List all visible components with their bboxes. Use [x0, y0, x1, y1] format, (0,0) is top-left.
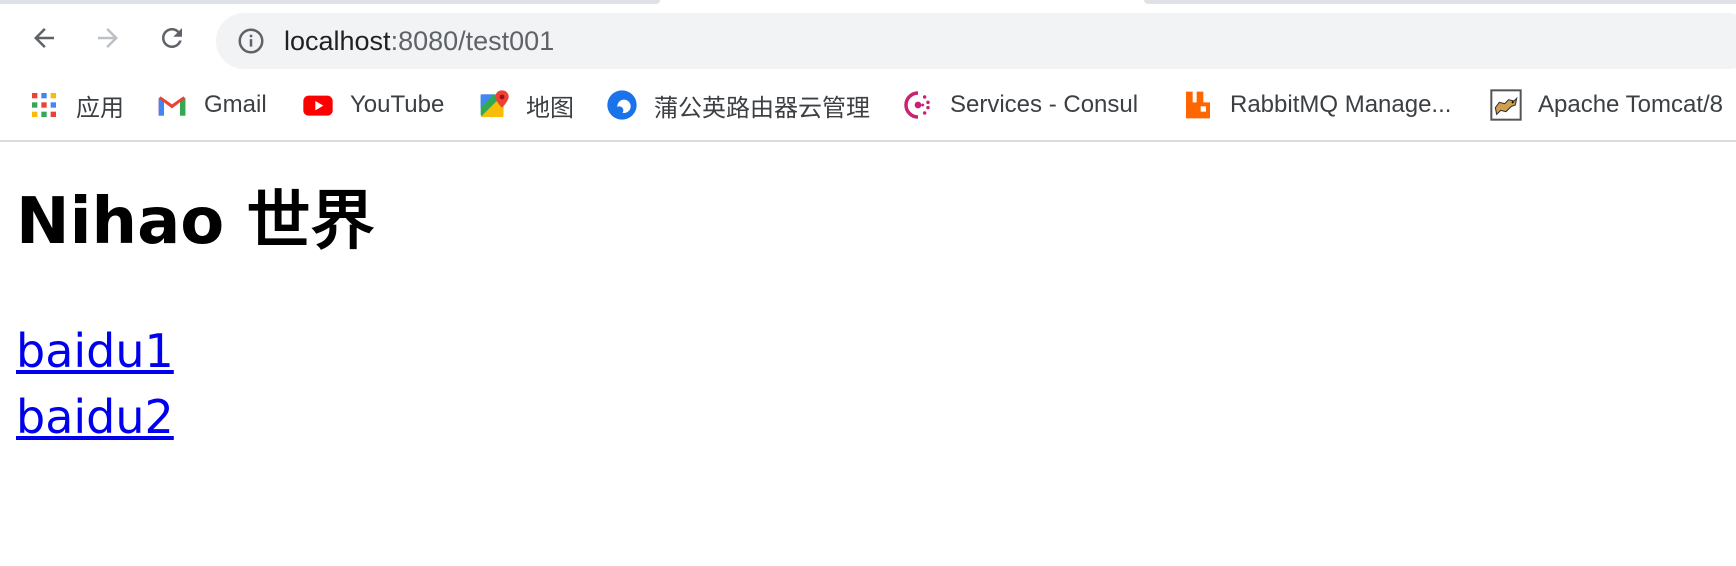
- bookmark-consul[interactable]: Services - Consul: [902, 85, 1138, 125]
- maps-icon: [478, 89, 510, 121]
- url-host: localhost: [284, 26, 391, 56]
- bookmark-label: Apache Tomcat/8: [1538, 91, 1724, 118]
- tomcat-icon: [1490, 89, 1522, 121]
- link-baidu2[interactable]: baidu2: [16, 384, 174, 450]
- bookmark-label: RabbitMQ Manage...: [1230, 91, 1452, 118]
- bookmark-label: 地图: [526, 94, 574, 122]
- bookmark-label: 蒲公英路由器云管理: [654, 94, 870, 122]
- url-text[interactable]: localhost:8080/test001: [284, 13, 554, 69]
- bookmark-tomcat[interactable]: Apache Tomcat/8: [1490, 85, 1723, 125]
- bookmark-label: Gmail: [204, 91, 267, 118]
- forward-button[interactable]: [88, 18, 128, 58]
- bookmark-gmail[interactable]: Gmail: [156, 85, 267, 125]
- reload-button[interactable]: [152, 18, 192, 58]
- gmail-icon: [156, 89, 188, 121]
- bookmark-pgy[interactable]: 蒲公英路由器云管理: [606, 85, 870, 125]
- info-icon[interactable]: [236, 26, 266, 56]
- page-title: Nihao 世界: [16, 185, 375, 259]
- address-bar[interactable]: localhost:8080/test001: [216, 13, 1736, 69]
- arrow-right-icon: [98, 28, 118, 48]
- apps-grid-icon: [28, 89, 60, 121]
- inactive-tab-left[interactable]: [0, 0, 660, 4]
- bookmarks-bar: 应用 Gmail YouTube 地图 蒲公英路由器云管理 Services -…: [0, 75, 1736, 142]
- link-baidu1[interactable]: baidu1: [16, 318, 174, 384]
- bookmark-label: Services - Consul: [950, 91, 1139, 118]
- bookmark-label: 应用: [76, 94, 124, 122]
- inactive-tab-right[interactable]: [1144, 0, 1736, 4]
- bookmark-youtube[interactable]: YouTube: [302, 85, 444, 125]
- page-content: Nihao 世界 baidu1 baidu2: [0, 142, 1736, 566]
- arrow-left-icon: [34, 28, 54, 48]
- link-list: baidu1 baidu2: [16, 318, 174, 450]
- url-path: :8080/test001: [390, 26, 555, 56]
- youtube-icon: [302, 89, 334, 121]
- consul-icon: [902, 89, 934, 121]
- reload-icon: [162, 28, 182, 48]
- bookmark-rabbitmq[interactable]: RabbitMQ Manage...: [1182, 85, 1451, 125]
- pgy-icon: [606, 89, 638, 121]
- bookmark-label: YouTube: [350, 91, 445, 118]
- browser-toolbar: localhost:8080/test001: [0, 5, 1736, 75]
- bookmark-apps[interactable]: 应用: [28, 85, 124, 125]
- back-button[interactable]: [24, 18, 64, 58]
- bookmark-maps[interactable]: 地图: [478, 85, 574, 125]
- rabbitmq-icon: [1182, 89, 1214, 121]
